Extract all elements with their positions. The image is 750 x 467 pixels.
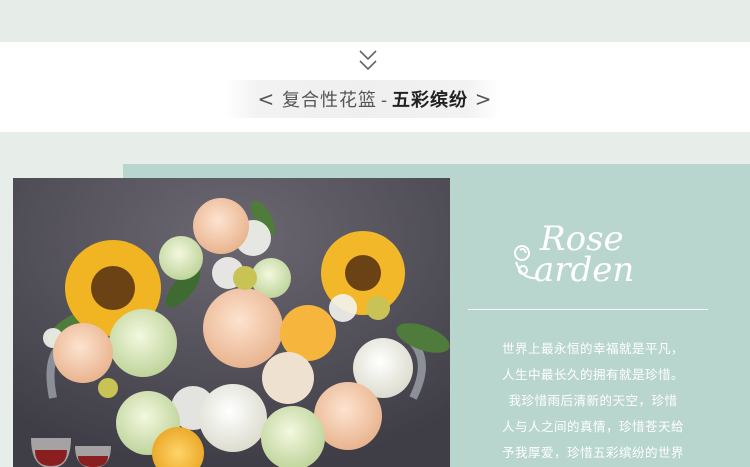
top-band (0, 0, 750, 42)
product-name: 五彩缤纷 (392, 90, 469, 111)
description-line: 世界上最永恒的幸福就是平凡， (501, 341, 684, 356)
description-line: 人与人之间的真情，珍惜苍天给 (501, 419, 684, 434)
category-label: 复合性花篮 (281, 90, 377, 111)
rose-garden-logo: Rose arden (514, 220, 634, 290)
description-line: 人生中最长久的拥有就是珍惜。 (501, 367, 684, 382)
title-separator: - (380, 90, 389, 111)
logo-text-arden: arden (534, 250, 634, 290)
flower-basket-photo (13, 178, 450, 467)
description-line: 我珍惜雨后清新的天空，珍惜 (508, 393, 678, 408)
double-chevron-down-icon (359, 50, 377, 71)
section-title: < 复合性花篮 - 五彩缤纷 > (0, 86, 750, 112)
description-text: 世界上最永恒的幸福就是平凡， 人生中最长久的拥有就是珍惜。 我珍惜雨后清新的天空… (478, 336, 708, 466)
close-bracket: > (474, 87, 493, 111)
description-line: 予我厚爱，珍惜五彩缤纷的世界 (501, 445, 684, 460)
divider (468, 309, 708, 310)
open-bracket: < (257, 87, 276, 111)
